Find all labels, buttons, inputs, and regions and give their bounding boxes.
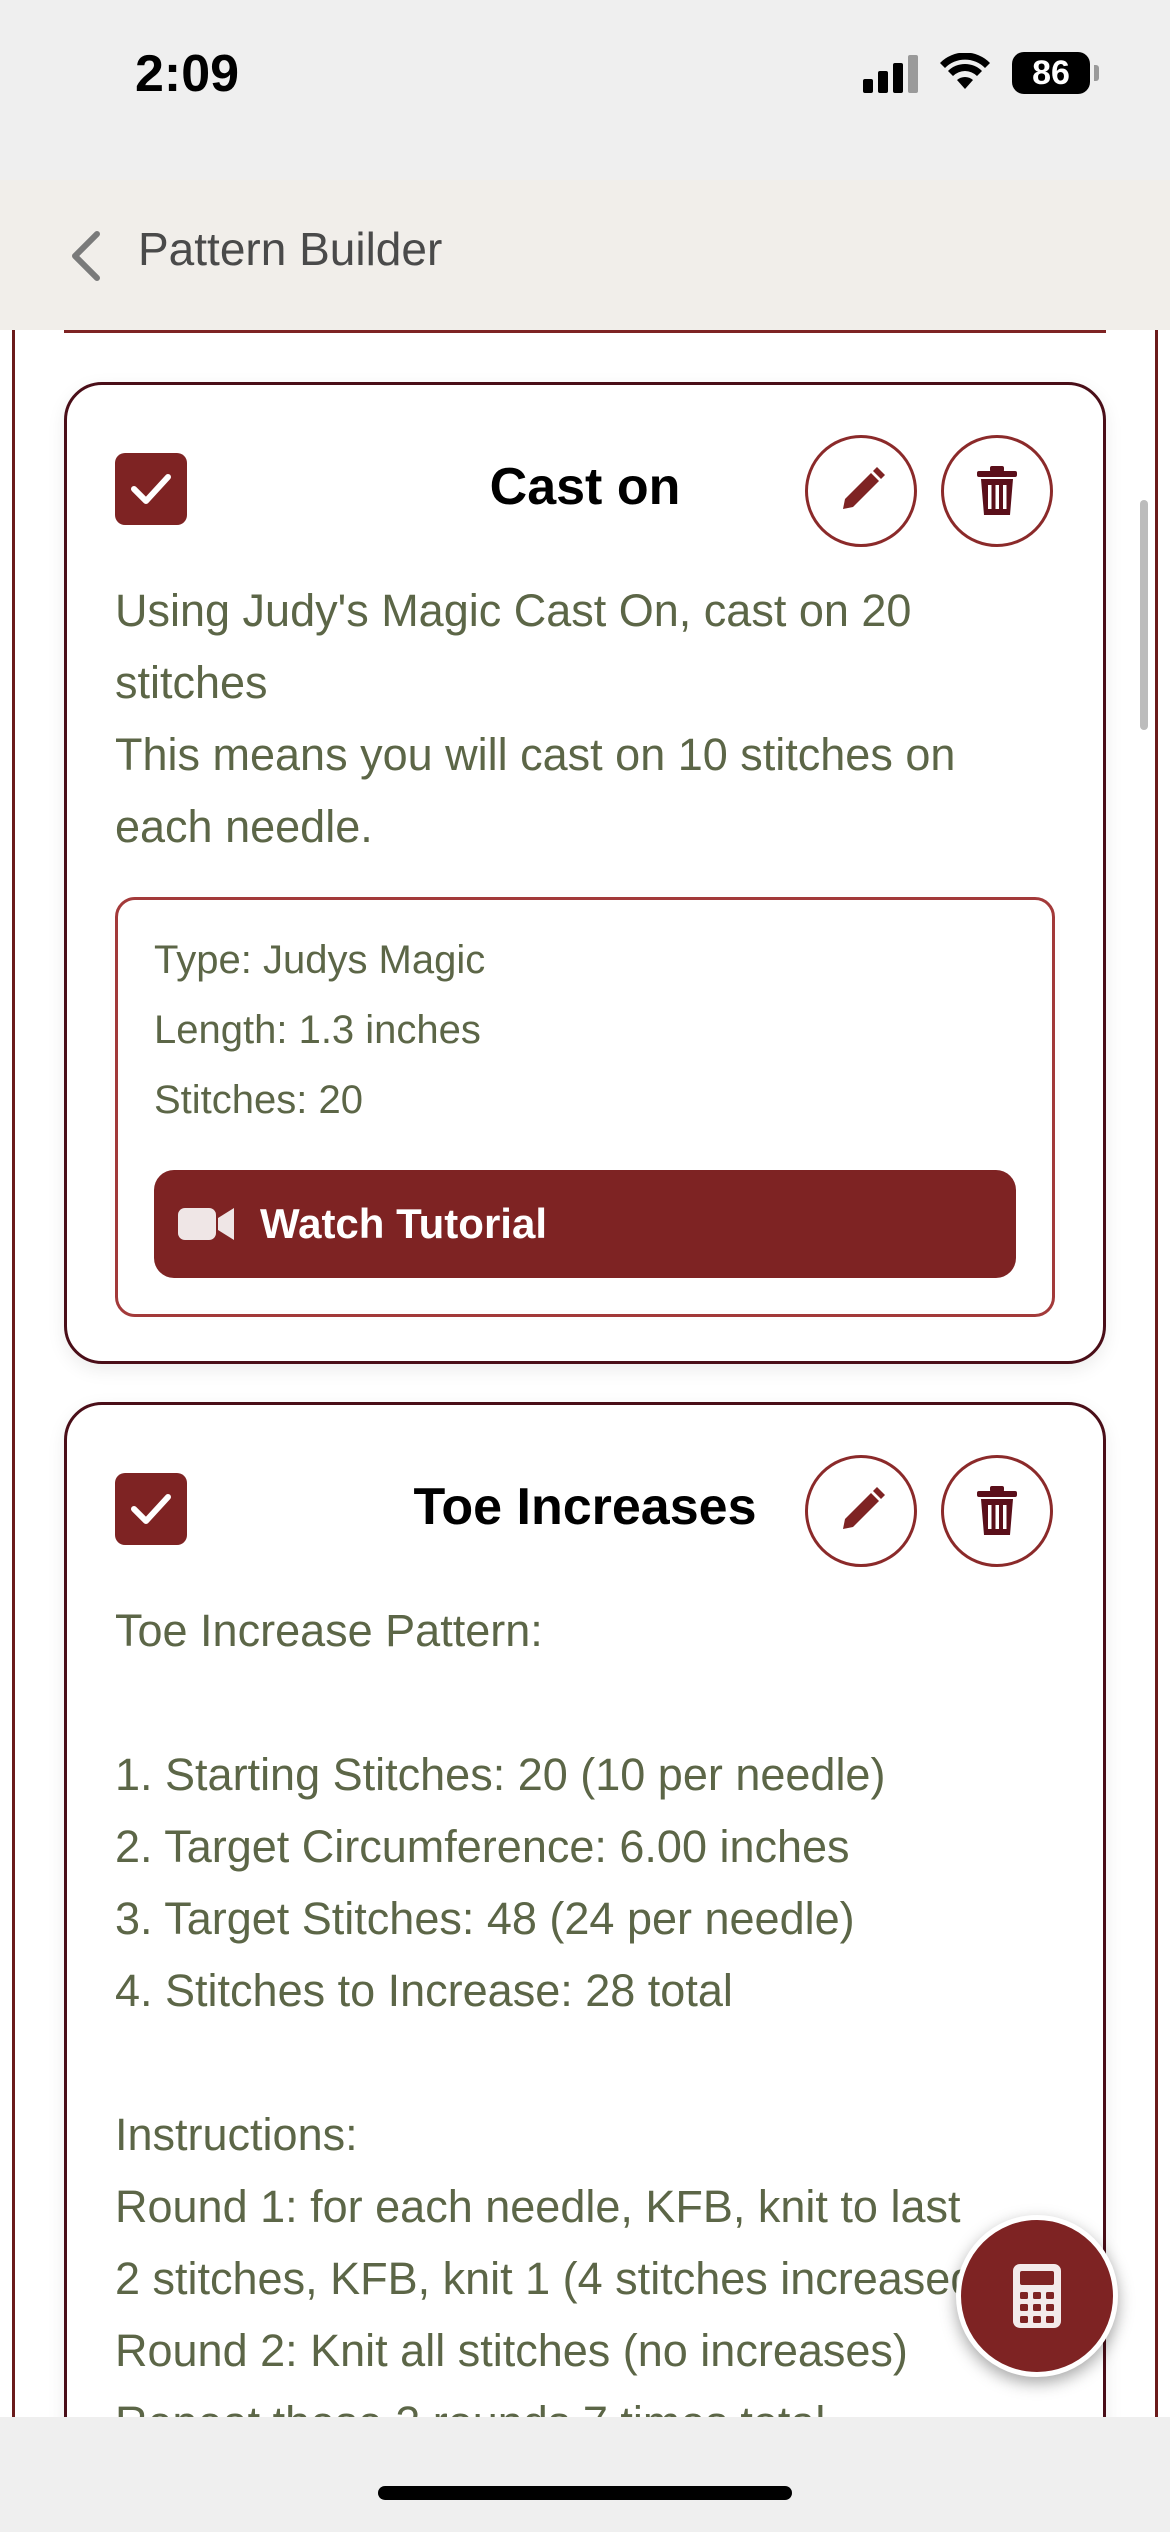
nav-bar: Pattern Builder [0,180,1170,330]
step-complete-checkbox[interactable] [115,1473,187,1545]
chevron-left-icon [72,231,100,281]
section-divider [64,330,1106,333]
cast-on-details-box: Type: Judys Magic Length: 1.3 inches Sti… [115,897,1055,1317]
back-button[interactable] [64,226,108,286]
battery-icon: 86 [1012,52,1099,94]
calculator-button[interactable] [956,2215,1118,2377]
video-camera-icon [178,1208,234,1240]
page-title: Pattern Builder [138,223,443,275]
step-card-cast-on: Cast on Using Judy's Magic Cast On, cast… [64,382,1106,1364]
edit-step-button[interactable] [805,435,917,547]
cast-on-type: Type: Judys Magic [154,938,486,982]
trash-icon [977,1486,1017,1535]
home-indicator-area [0,2417,1170,2532]
delete-step-button[interactable] [941,435,1053,547]
pencil-icon [843,467,885,509]
checkmark-icon [131,474,171,504]
watch-tutorial-label: Watch Tutorial [260,1200,547,1247]
home-indicator[interactable] [378,2486,792,2500]
wifi-icon [940,53,990,89]
status-time: 2:09 [135,45,240,103]
cast-on-stitches: Stitches: 20 [154,1078,364,1122]
step-card-toe-increases: Toe Increases Toe Increase Pattern: 1. S… [64,1402,1106,2417]
step-description: Using Judy's Magic Cast On, cast on 20 s… [115,585,956,852]
status-icons: 86 [863,52,1099,94]
edit-step-button[interactable] [805,1455,917,1567]
step-description: Toe Increase Pattern: 1. Starting Stitch… [115,1605,991,2417]
delete-step-button[interactable] [941,1455,1053,1567]
step-complete-checkbox[interactable] [115,453,187,525]
pencil-icon [843,1487,885,1529]
pattern-steps-list[interactable]: Cast on Using Judy's Magic Cast On, cast… [0,330,1170,2417]
calculator-icon [1013,2264,1061,2328]
checkmark-icon [131,1494,171,1524]
trash-icon [977,466,1017,515]
scroll-indicator[interactable] [1140,500,1148,730]
cellular-signal-icon [863,53,918,93]
watch-tutorial-button[interactable]: Watch Tutorial [154,1170,1016,1278]
status-bar: 2:09 86 [0,0,1170,180]
cast-on-length: Length: 1.3 inches [154,1008,481,1052]
